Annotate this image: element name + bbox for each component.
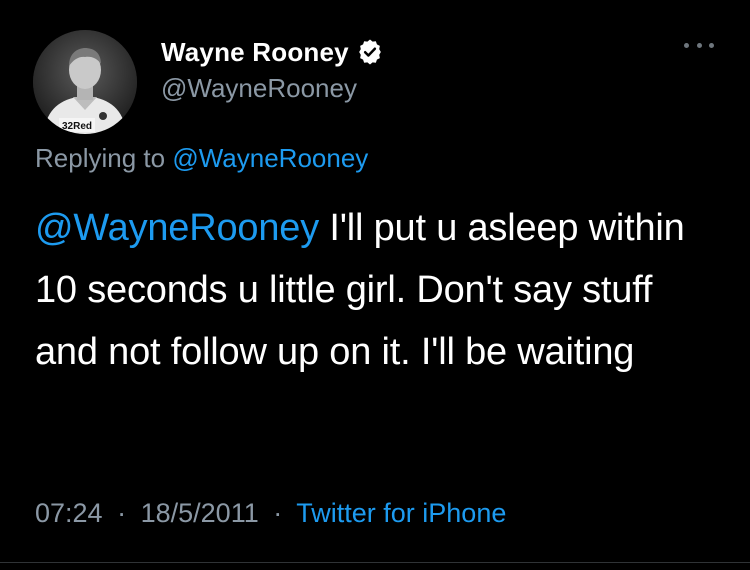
tweet-source-link[interactable]: Twitter for iPhone (296, 498, 506, 528)
name-row: Wayne Rooney (161, 35, 383, 69)
replying-prefix: Replying to (35, 143, 166, 173)
separator: · (273, 498, 283, 528)
verified-badge-icon (357, 39, 383, 65)
ellipsis-icon[interactable] (684, 38, 714, 52)
mention-link[interactable]: @WayneRooney (35, 207, 319, 249)
tweet-header: Wayne Rooney @WayneRooney (161, 35, 383, 104)
display-name[interactable]: Wayne Rooney (161, 37, 349, 68)
avatar-shirt-text: 32Red (62, 121, 92, 132)
user-handle[interactable]: @WayneRooney (161, 73, 383, 104)
tweet-date[interactable]: 18/5/2011 (141, 498, 259, 528)
dot (696, 42, 702, 48)
dot (709, 42, 714, 48)
dot (684, 42, 689, 48)
replying-target-link[interactable]: @WayneRooney (172, 143, 368, 173)
tweet-time[interactable]: 07:24 (35, 498, 103, 528)
tweet-meta: 07:24 · 18/5/2011 · Twitter for iPhone (35, 498, 506, 529)
tweet-body: @WayneRooney I'll put u asleep within 10… (35, 197, 715, 383)
divider (0, 562, 750, 563)
profile-photo-icon: 32Red (33, 30, 137, 134)
avatar[interactable]: 32Red (33, 30, 137, 134)
replying-to: Replying to @WayneRooney (35, 143, 368, 174)
separator: · (117, 498, 127, 528)
tweet: 32Red Wayne Rooney @WayneRooney Replying… (0, 0, 750, 570)
